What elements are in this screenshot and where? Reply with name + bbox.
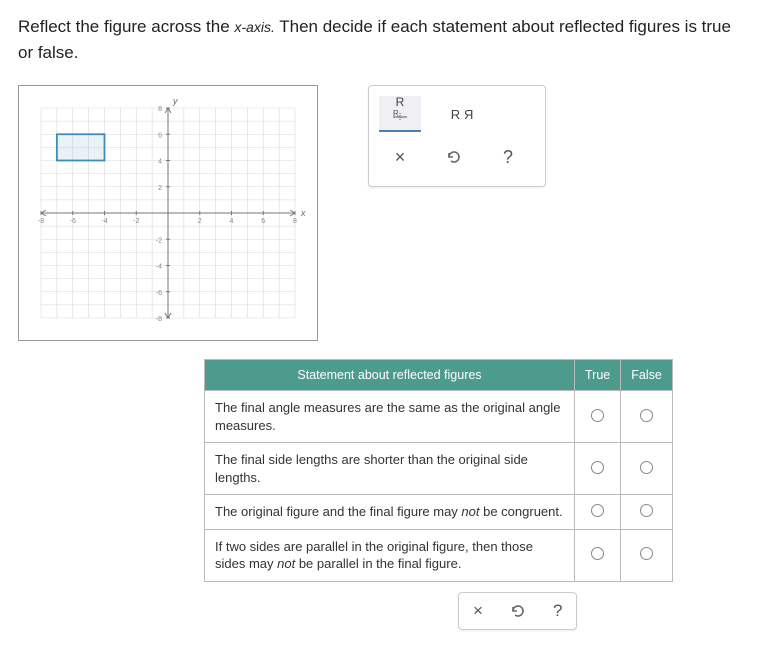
- table-row: The original figure and the final figure…: [205, 495, 673, 530]
- close-button[interactable]: ×: [385, 142, 415, 172]
- radio-false[interactable]: [621, 443, 673, 495]
- header-false: False: [621, 360, 673, 391]
- reflect-horizontal-button[interactable]: R R: [379, 96, 421, 132]
- radio-true[interactable]: [575, 391, 621, 443]
- radio-icon: [640, 504, 653, 517]
- bottom-help-button[interactable]: ?: [553, 601, 562, 621]
- radio-icon: [591, 409, 604, 422]
- header-statement: Statement about reflected figures: [205, 360, 575, 391]
- radio-false[interactable]: [621, 391, 673, 443]
- help-icon: ?: [553, 601, 562, 621]
- svg-text:6: 6: [158, 132, 162, 139]
- undo-button[interactable]: [439, 142, 469, 172]
- help-button[interactable]: ?: [493, 142, 523, 172]
- statements-table: Statement about reflected figures True F…: [204, 359, 673, 582]
- statement-cell: If two sides are parallel in the origina…: [205, 529, 575, 581]
- radio-icon: [640, 547, 653, 560]
- radio-icon: [640, 461, 653, 474]
- svg-text:2: 2: [198, 218, 202, 225]
- reflect-h-icon: R: [391, 108, 409, 126]
- svg-text:-6: -6: [156, 290, 162, 297]
- radio-icon: [640, 409, 653, 422]
- undo-icon: [509, 602, 527, 620]
- radio-false[interactable]: [621, 529, 673, 581]
- close-icon: ×: [395, 147, 406, 168]
- svg-text:R: R: [393, 109, 399, 118]
- svg-text:x: x: [300, 208, 306, 218]
- svg-text:8: 8: [293, 218, 297, 225]
- radio-true[interactable]: [575, 443, 621, 495]
- table-row: If two sides are parallel in the origina…: [205, 529, 673, 581]
- svg-text:8: 8: [158, 106, 162, 113]
- question-axis: x-axis.: [234, 19, 274, 35]
- svg-text:y: y: [172, 96, 178, 106]
- graph-svg: -8 -6 -4 -2 2 4 6 8 -8 -6 -4 -2 2 4 6 8 x y: [19, 86, 317, 340]
- coordinate-graph[interactable]: -8 -6 -4 -2 2 4 6 8 -8 -6 -4 -2 2 4 6 8 x y: [18, 85, 318, 341]
- statement-cell: The original figure and the final figure…: [205, 495, 575, 530]
- svg-text:-2: -2: [133, 218, 139, 225]
- header-true: True: [575, 360, 621, 391]
- question-pre: Reflect the figure across the: [18, 17, 234, 36]
- radio-true[interactable]: [575, 529, 621, 581]
- svg-text:6: 6: [261, 218, 265, 225]
- close-icon: ×: [473, 601, 483, 621]
- svg-text:-6: -6: [70, 218, 76, 225]
- bottom-close-button[interactable]: ×: [473, 601, 483, 621]
- bottom-undo-button[interactable]: [509, 602, 527, 620]
- radio-icon: [591, 547, 604, 560]
- svg-text:2: 2: [158, 185, 162, 192]
- svg-text:4: 4: [158, 159, 162, 166]
- statement-cell: The final angle measures are the same as…: [205, 391, 575, 443]
- question-text: Reflect the figure across the x-axis. Th…: [18, 14, 739, 65]
- tool-panel: R R R R × ?: [368, 85, 546, 187]
- svg-text:-8: -8: [156, 316, 162, 323]
- undo-icon: [445, 148, 463, 166]
- table-row: The final side lengths are shorter than …: [205, 443, 673, 495]
- bottom-toolbar: × ?: [458, 592, 577, 630]
- svg-text:4: 4: [230, 218, 234, 225]
- flip-button[interactable]: R R: [441, 96, 483, 132]
- radio-icon: [591, 504, 604, 517]
- statement-cell: The final side lengths are shorter than …: [205, 443, 575, 495]
- radio-false[interactable]: [621, 495, 673, 530]
- radio-true[interactable]: [575, 495, 621, 530]
- svg-text:-4: -4: [101, 218, 107, 225]
- help-icon: ?: [503, 147, 513, 168]
- svg-text:-4: -4: [156, 264, 162, 271]
- table-row: The final angle measures are the same as…: [205, 391, 673, 443]
- svg-text:-2: -2: [156, 237, 162, 244]
- radio-icon: [591, 461, 604, 474]
- svg-text:-8: -8: [38, 218, 44, 225]
- reflect-h-label: R: [391, 96, 409, 108]
